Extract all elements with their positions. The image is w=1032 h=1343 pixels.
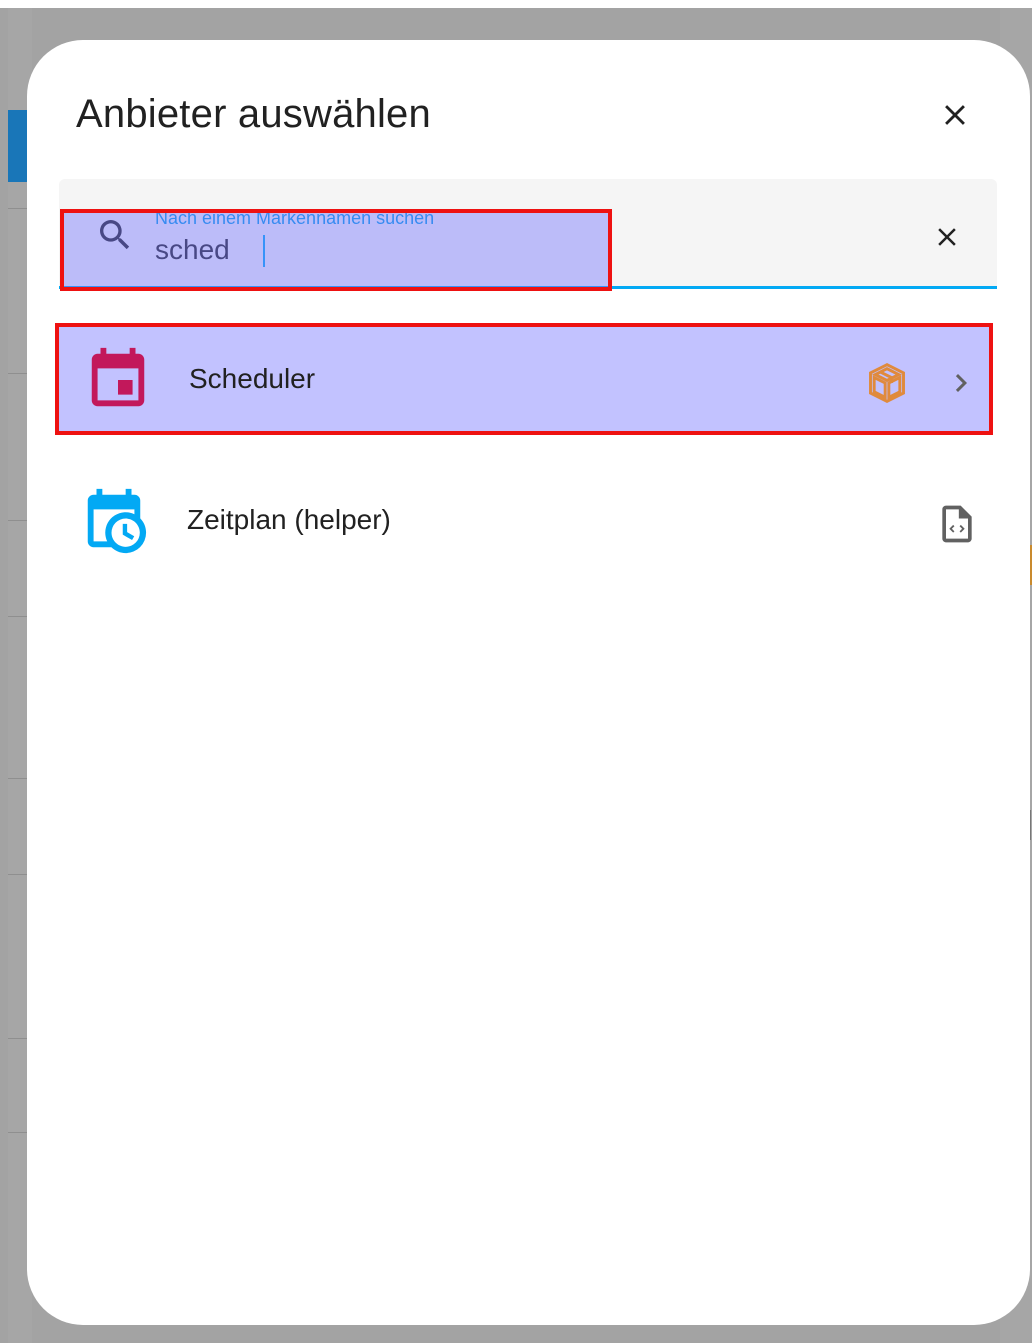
result-item-label: Scheduler bbox=[189, 363, 316, 394]
calendar-icon bbox=[91, 347, 145, 407]
chevron-right-icon bbox=[955, 374, 967, 392]
close-icon bbox=[945, 105, 965, 125]
clear-icon bbox=[938, 228, 956, 246]
result-item-scheduler[interactable]: Scheduler bbox=[55, 323, 993, 435]
search-icon bbox=[95, 215, 135, 255]
search-underline bbox=[59, 286, 997, 289]
backdrop-top-strip bbox=[0, 0, 1032, 8]
dialog-title: Anbieter auswählen bbox=[76, 92, 431, 136]
result-item-zeitplan[interactable]: Zeitplan (helper) bbox=[55, 468, 993, 580]
result-item-label: Zeitplan (helper) bbox=[187, 504, 391, 535]
search-field[interactable]: Nach einem Markennamen suchen bbox=[59, 179, 997, 289]
calendar-clock-icon bbox=[87, 488, 147, 554]
clear-search-button[interactable] bbox=[927, 217, 967, 257]
code-file-icon bbox=[942, 505, 972, 543]
search-input[interactable] bbox=[155, 231, 755, 269]
close-button[interactable] bbox=[930, 90, 980, 140]
text-caret bbox=[263, 235, 265, 267]
search-label: Nach einem Markennamen suchen bbox=[155, 208, 435, 228]
package-icon bbox=[869, 363, 905, 403]
select-provider-dialog: Anbieter auswählen Nach einem Markenname… bbox=[27, 40, 1030, 1325]
